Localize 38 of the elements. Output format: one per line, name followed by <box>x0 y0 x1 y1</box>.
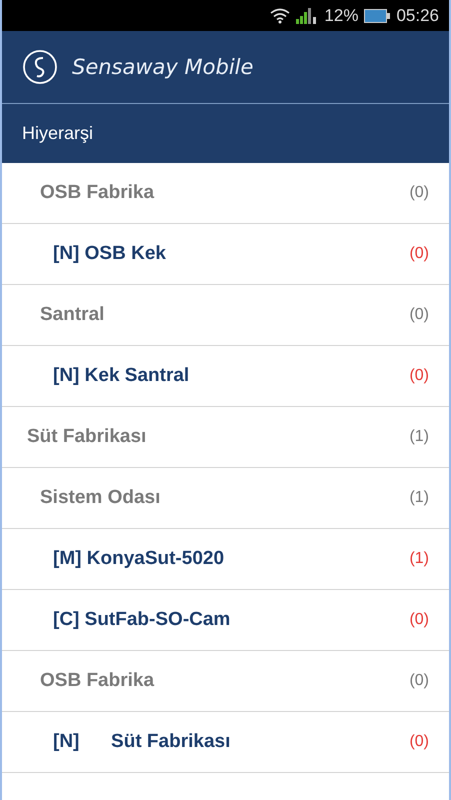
item-label: [N] OSB Kek <box>52 243 166 265</box>
item-count: (0) <box>409 672 429 690</box>
tree-item[interactable]: [C] SutFab-SO-Cam (0) <box>2 590 449 651</box>
item-label: [C] SutFab-SO-Cam <box>52 609 230 631</box>
signal-icon <box>296 8 318 24</box>
tree-item[interactable]: [N] OSB Kek (0) <box>2 224 449 285</box>
app-title: Sensaway Mobile <box>72 55 254 79</box>
tree-item[interactable]: [M] KonyaSut-5020 (1) <box>2 529 449 590</box>
item-count: (0) <box>409 611 429 629</box>
tree-item[interactable]: OSB Fabrika (0) <box>2 163 449 224</box>
item-count: (1) <box>409 489 429 507</box>
section-title: Hiyerarşi <box>22 123 94 144</box>
item-label: Santral <box>39 304 104 326</box>
clock-time: 05:26 <box>396 6 439 26</box>
item-count: (1) <box>409 550 429 568</box>
item-label: [N] Kek Santral <box>52 365 190 387</box>
item-label: Süt Fabrikası <box>26 426 146 448</box>
item-count: (0) <box>409 306 429 324</box>
tree-item[interactable]: [N] Kek Santral (0) <box>2 346 449 407</box>
tree-item[interactable]: Süt Fabrikası (1) <box>2 407 449 468</box>
tree-item[interactable]: Sistem Odası (1) <box>2 468 449 529</box>
item-count: (1) <box>409 428 429 446</box>
item-label: [N] Süt Fabrikası <box>52 731 230 753</box>
battery-icon <box>364 8 390 22</box>
item-label: [M] KonyaSut-5020 <box>52 548 224 570</box>
tree-item[interactable]: OSB Fabrika (0) <box>2 651 449 712</box>
tree-item[interactable]: Santral (0) <box>2 285 449 346</box>
item-count: (0) <box>409 733 429 751</box>
logo-icon <box>22 49 58 85</box>
item-label: OSB Fabrika <box>39 670 154 692</box>
tree-item[interactable]: [N] Süt Fabrikası (0) <box>2 712 449 773</box>
item-label: Sistem Odası <box>39 487 160 509</box>
wifi-icon <box>270 8 290 24</box>
item-count: (0) <box>409 245 429 263</box>
item-count: (0) <box>409 184 429 202</box>
battery-percentage: 12% <box>324 6 358 26</box>
item-label: OSB Fabrika <box>39 182 154 204</box>
item-count: (0) <box>409 367 429 385</box>
